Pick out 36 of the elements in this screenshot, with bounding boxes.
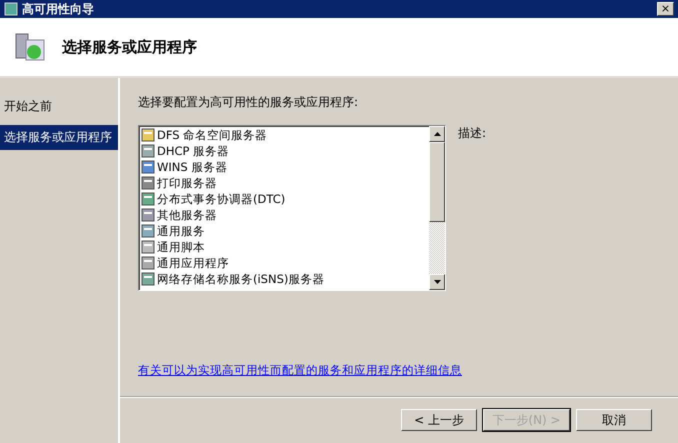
service-icon [141, 176, 155, 190]
service-icon [141, 208, 155, 222]
list-item[interactable]: 通用脚本 [141, 239, 427, 255]
list-item[interactable]: 通用服务 [141, 223, 427, 239]
wizard-button[interactable]: < 上一步 [401, 409, 477, 431]
service-icon [141, 192, 155, 206]
sidebar-item[interactable]: 选择服务或应用程序 [0, 125, 118, 150]
list-item[interactable]: DHCP 服务器 [141, 143, 427, 159]
close-button[interactable]: × [657, 2, 674, 16]
list-item[interactable]: 网络存储名称服务(iSNS)服务器 [141, 271, 427, 287]
down-arrow-icon [434, 280, 440, 284]
list-item[interactable]: WINS 服务器 [141, 159, 427, 175]
wizard-button[interactable]: 取消 [576, 409, 652, 431]
list-item[interactable]: 通用应用程序 [141, 255, 427, 271]
list-item[interactable]: 分布式事务协调器(DTC) [141, 191, 427, 207]
description-label: 描述: [458, 125, 486, 142]
list-item[interactable]: 其他服务器 [141, 207, 427, 223]
prompt-text: 选择要配置为高可用性的服务或应用程序: [138, 94, 360, 111]
page-heading: 选择服务或应用程序 [62, 38, 197, 56]
scrollbar[interactable] [429, 126, 445, 290]
list-item[interactable]: DFS 命名空间服务器 [141, 127, 427, 143]
service-icon [141, 160, 155, 174]
up-arrow-icon [434, 132, 440, 136]
scroll-up-button[interactable] [429, 126, 445, 142]
service-icon [141, 256, 155, 270]
scroll-thumb[interactable] [429, 142, 445, 222]
service-icon [141, 144, 155, 158]
service-icon [141, 272, 155, 286]
service-icon [141, 224, 155, 238]
service-icon [141, 128, 155, 142]
service-icon [141, 240, 155, 254]
scroll-down-button[interactable] [429, 274, 445, 290]
sidebar-item[interactable]: 开始之前 [0, 94, 118, 119]
list-item[interactable]: 打印服务器 [141, 175, 427, 191]
info-link[interactable]: 有关可以为实现高可用性而配置的服务和应用程序的详细信息 [138, 363, 660, 378]
window-title: 高可用性向导 [22, 0, 95, 18]
